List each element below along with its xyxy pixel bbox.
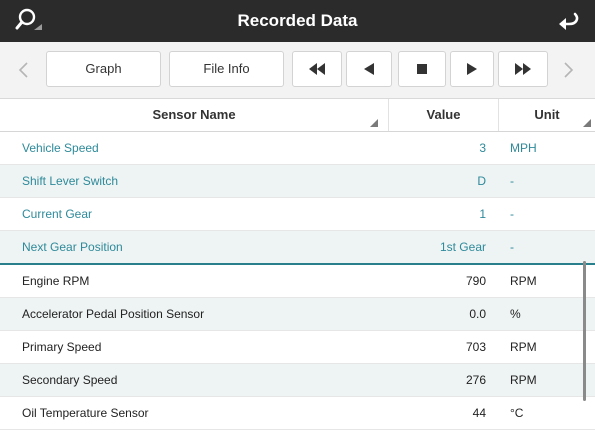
- sensor-value: 790: [465, 274, 486, 288]
- unit-column-header[interactable]: Unit: [498, 99, 595, 131]
- table-row[interactable]: Shift Lever Switch D -: [0, 165, 595, 198]
- sensor-value: 0.0: [469, 307, 486, 321]
- play-icon: [467, 63, 477, 75]
- sensor-name: Next Gear Position: [22, 240, 123, 254]
- sensor-value: 276: [465, 373, 486, 387]
- table-row[interactable]: Next Gear Position 1st Gear -: [0, 231, 595, 265]
- sensor-name: Primary Speed: [22, 340, 102, 354]
- play-button[interactable]: [450, 51, 494, 87]
- sensor-unit: -: [510, 207, 514, 221]
- sensor-name: Engine RPM: [22, 274, 90, 288]
- table-row[interactable]: Engine RPM 790 RPM: [0, 265, 595, 298]
- table-row[interactable]: Current Gear 1 -: [0, 198, 595, 231]
- scroll-right-button[interactable]: [558, 52, 578, 88]
- scroll-left-button[interactable]: [14, 52, 34, 88]
- graph-button[interactable]: Graph: [46, 51, 161, 87]
- sensor-value: 44: [472, 406, 486, 420]
- sensor-unit: -: [510, 240, 514, 254]
- sensor-unit: °C: [510, 406, 524, 420]
- table-row[interactable]: Accelerator Pedal Position Sensor 0.0 %: [0, 298, 595, 331]
- sensor-name-column-header[interactable]: Sensor Name: [0, 99, 388, 131]
- table-row[interactable]: Primary Speed 703 RPM: [0, 331, 595, 364]
- back-arrow-icon: [559, 12, 579, 30]
- toolbar: Graph File Info: [0, 42, 595, 99]
- stop-icon: [417, 64, 427, 74]
- sensor-value: 703: [465, 340, 486, 354]
- title-bar: Recorded Data: [0, 0, 595, 42]
- sort-indicator-icon: [370, 119, 378, 127]
- table-row[interactable]: Oil Temperature Sensor 44 °C: [0, 397, 595, 430]
- sort-indicator-icon: [583, 119, 591, 127]
- step-back-button[interactable]: [346, 51, 392, 87]
- sensor-value: 1: [479, 207, 486, 221]
- file-info-button[interactable]: File Info: [169, 51, 284, 87]
- rewind-icon: [309, 63, 325, 75]
- sensor-unit: RPM: [510, 340, 537, 354]
- table-row[interactable]: Vehicle Speed 3 MPH: [0, 132, 595, 165]
- table-row[interactable]: Secondary Speed 276 RPM: [0, 364, 595, 397]
- step-back-icon: [364, 63, 374, 75]
- value-column-header[interactable]: Value: [388, 99, 498, 131]
- sensor-name: Secondary Speed: [22, 373, 118, 387]
- sensor-data-table: Sensor Name Value Unit Vehicle Speed 3 M…: [0, 99, 595, 430]
- sensor-unit: RPM: [510, 373, 537, 387]
- sensor-unit: RPM: [510, 274, 537, 288]
- sensor-name: Shift Lever Switch: [22, 174, 119, 188]
- table-header: Sensor Name Value Unit: [0, 99, 595, 132]
- vertical-scrollbar[interactable]: [583, 261, 586, 401]
- sensor-unit: -: [510, 174, 514, 188]
- stop-button[interactable]: [398, 51, 446, 87]
- sensor-name: Current Gear: [22, 207, 93, 221]
- sensor-value: 1st Gear: [439, 240, 486, 254]
- chevron-right-icon: [564, 62, 574, 78]
- sensor-unit: MPH: [510, 141, 537, 155]
- sensor-name: Accelerator Pedal Position Sensor: [22, 307, 205, 321]
- sensor-value: D: [477, 174, 486, 188]
- sensor-value: 3: [479, 141, 486, 155]
- sensor-name: Vehicle Speed: [22, 141, 99, 155]
- page-title: Recorded Data: [237, 11, 358, 30]
- fast-forward-icon: [515, 63, 531, 75]
- back-button[interactable]: [555, 8, 583, 34]
- fast-forward-button[interactable]: [498, 51, 548, 87]
- unit-header-label: Unit: [534, 107, 560, 122]
- value-header-label: Value: [426, 107, 461, 122]
- chevron-left-icon: [18, 62, 28, 78]
- sensor-name-header-label: Sensor Name: [152, 107, 236, 122]
- sensor-name: Oil Temperature Sensor: [22, 406, 149, 420]
- rewind-button[interactable]: [292, 51, 342, 87]
- sensor-unit: %: [510, 307, 521, 321]
